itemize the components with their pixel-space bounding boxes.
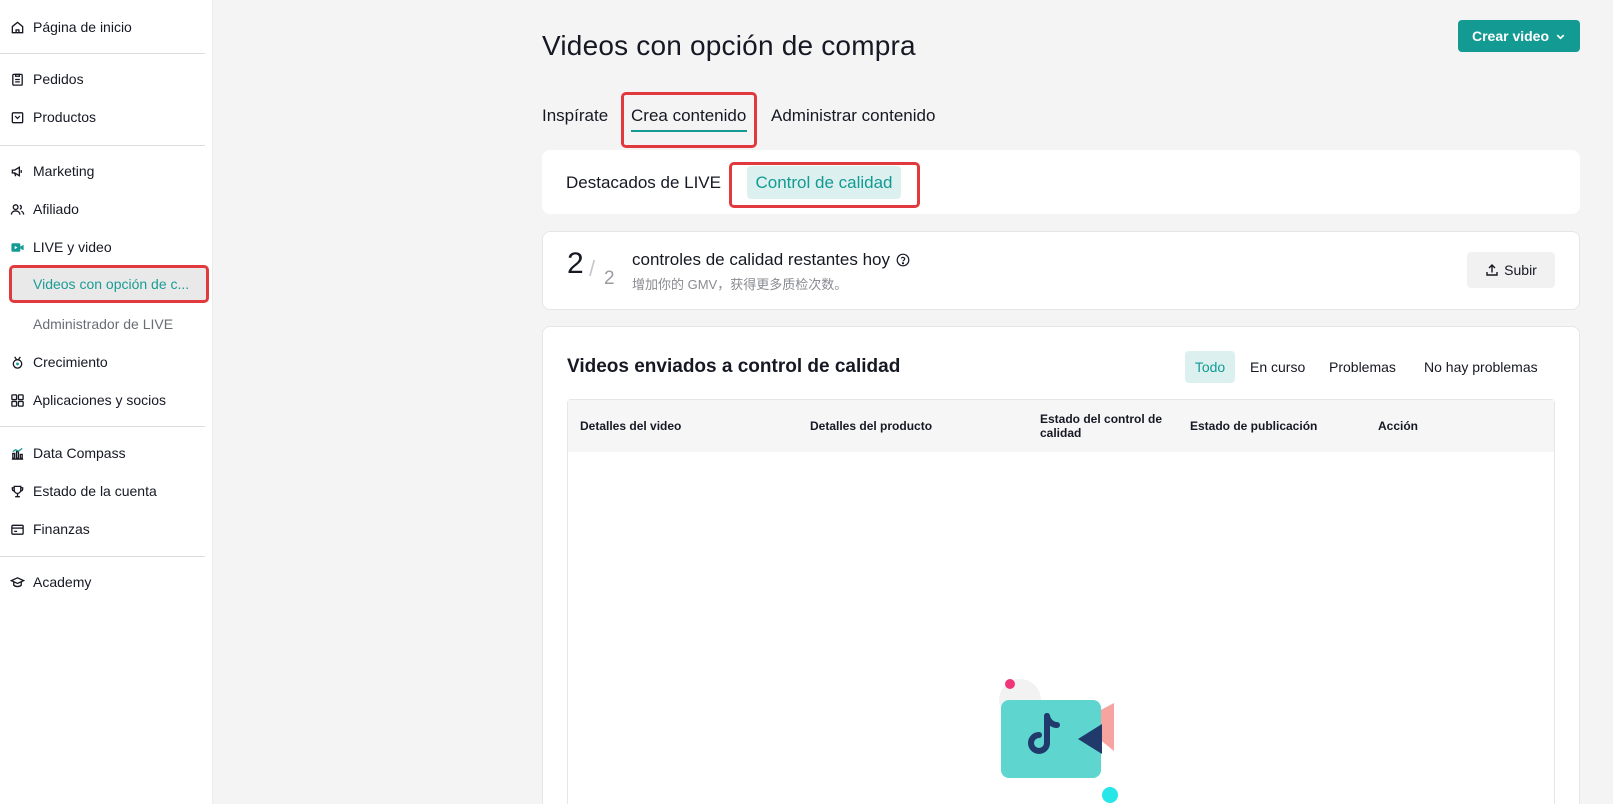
users-icon bbox=[9, 201, 25, 217]
upload-icon bbox=[1486, 264, 1498, 276]
quota-separator: / bbox=[589, 256, 596, 281]
medal-icon bbox=[9, 354, 25, 370]
wallet-icon bbox=[9, 521, 25, 537]
sidebar-item-label: Finanzas bbox=[33, 521, 90, 537]
sidebar-item-label: Data Compass bbox=[33, 445, 126, 461]
sidebar-item-finance[interactable]: Finanzas bbox=[0, 512, 213, 546]
sidebar-item-label: Página de inicio bbox=[33, 19, 132, 35]
video-icon bbox=[9, 239, 25, 255]
column-product-details: Detalles del producto bbox=[810, 419, 933, 433]
tab-manage-content[interactable]: Administrar contenido bbox=[771, 106, 935, 126]
sidebar-item-label: Administrador de LIVE bbox=[33, 316, 174, 332]
sidebar-item-affiliate[interactable]: Afiliado bbox=[0, 192, 213, 226]
create-video-button[interactable]: Crear video bbox=[1458, 20, 1580, 52]
sidebar-item-label: Crecimiento bbox=[33, 354, 108, 370]
subtab-live-highlights[interactable]: Destacados de LIVE bbox=[566, 173, 721, 193]
sidebar-item-label: Videos con opción de c... bbox=[33, 276, 190, 292]
box-icon bbox=[9, 109, 25, 125]
home-icon bbox=[9, 19, 25, 35]
clipboard-icon bbox=[9, 71, 25, 87]
filter-no-problems[interactable]: No hay problemas bbox=[1424, 359, 1538, 375]
filter-in-progress[interactable]: En curso bbox=[1250, 359, 1305, 375]
list-title: Videos enviados a control de calidad bbox=[567, 356, 901, 377]
sidebar-item-home[interactable]: Página de inicio bbox=[0, 10, 213, 44]
tab-inspire[interactable]: Inspírate bbox=[542, 106, 608, 126]
column-qc-status: Estado del control de calidad bbox=[1040, 412, 1163, 440]
sidebar-item-label: Productos bbox=[33, 109, 97, 125]
sidebar-divider bbox=[0, 556, 205, 557]
sidebar-item-marketing[interactable]: Marketing bbox=[0, 154, 213, 188]
sidebar-subitem-shoppable-videos[interactable]: Videos con opción de c... bbox=[9, 265, 209, 303]
sidebar-item-products[interactable]: Productos bbox=[0, 100, 213, 134]
sidebar-subitem-live-manager[interactable]: Administrador de LIVE bbox=[9, 305, 209, 343]
highlight-box-tab bbox=[621, 92, 757, 148]
help-icon[interactable] bbox=[896, 253, 910, 267]
quota-title: controles de calidad restantes hoy bbox=[632, 250, 910, 270]
sidebar-item-label: Pedidos bbox=[33, 71, 84, 87]
sidebar-item-label: Academy bbox=[33, 574, 92, 590]
sidebar-item-academy[interactable]: Academy bbox=[0, 565, 213, 599]
sidebar: Página de inicio Pedidos Productos Marke… bbox=[0, 0, 213, 804]
filter-all[interactable]: Todo bbox=[1185, 351, 1235, 383]
sidebar-item-label: Afiliado bbox=[33, 201, 79, 217]
filter-label: Todo bbox=[1194, 359, 1226, 375]
chevron-down-icon bbox=[1556, 34, 1565, 40]
quota-title-text: controles de calidad restantes hoy bbox=[632, 250, 890, 269]
graduation-cap-icon bbox=[9, 574, 25, 590]
column-action: Acción bbox=[1378, 419, 1419, 433]
sidebar-item-label: LIVE y video bbox=[33, 239, 112, 255]
quota-card bbox=[542, 231, 1580, 310]
sidebar-divider bbox=[0, 145, 205, 146]
sidebar-divider bbox=[0, 53, 205, 54]
filter-problems[interactable]: Problemas bbox=[1329, 359, 1396, 375]
sidebar-item-data-compass[interactable]: Data Compass bbox=[0, 436, 213, 470]
upload-label: Subir bbox=[1504, 262, 1537, 278]
sidebar-item-apps-partners[interactable]: Aplicaciones y socios bbox=[0, 383, 213, 417]
sidebar-item-label: Estado de la cuenta bbox=[33, 483, 157, 499]
page-title: Videos con opción de compra bbox=[542, 30, 916, 61]
sidebar-item-orders[interactable]: Pedidos bbox=[0, 62, 213, 96]
create-video-label: Crear video bbox=[1471, 28, 1550, 44]
upload-button[interactable]: Subir bbox=[1467, 252, 1555, 288]
sidebar-item-label: Aplicaciones y socios bbox=[33, 392, 167, 408]
quota-subtitle: 增加你的 GMV，获得更多质检次数。 bbox=[632, 277, 848, 292]
sidebar-item-live-video[interactable]: LIVE y video bbox=[0, 230, 213, 264]
quota-total: 2 bbox=[604, 268, 615, 289]
column-video-details: Detalles del video bbox=[580, 419, 682, 433]
empty-state-video-illustration bbox=[999, 679, 1118, 803]
sidebar-item-account-health[interactable]: Estado de la cuenta bbox=[0, 474, 213, 508]
highlight-box-subtab bbox=[729, 162, 920, 208]
sidebar-divider bbox=[0, 426, 205, 427]
sidebar-item-label: Marketing bbox=[33, 163, 95, 179]
apps-icon bbox=[9, 392, 25, 408]
column-publish-status: Estado de publicación bbox=[1190, 419, 1318, 433]
sidebar-item-growth[interactable]: Crecimiento bbox=[0, 345, 213, 379]
quota-remaining: 2 bbox=[567, 247, 584, 280]
trophy-icon bbox=[9, 483, 25, 499]
chart-icon bbox=[9, 445, 25, 461]
megaphone-icon bbox=[9, 163, 25, 179]
